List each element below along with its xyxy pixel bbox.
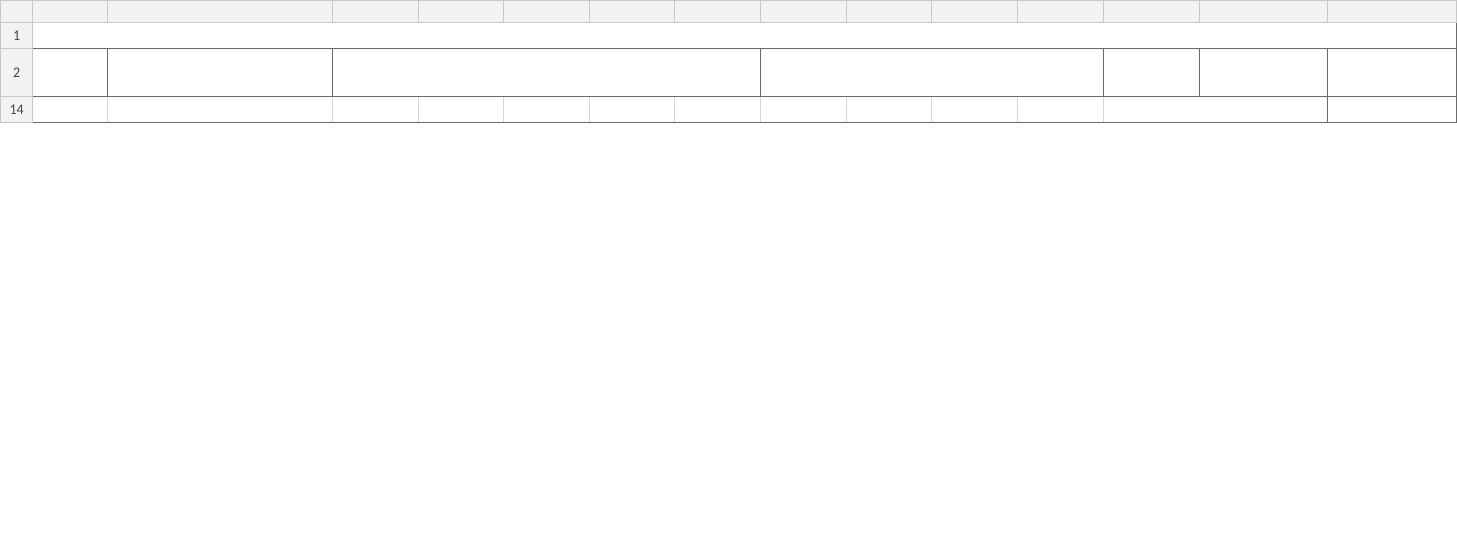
col-header[interactable] [675,1,761,23]
cell[interactable] [1328,97,1457,123]
row-header[interactable]: 14 [1,97,33,123]
col-header[interactable] [504,1,590,23]
col-header[interactable] [332,1,418,23]
hdr-tbm[interactable] [1103,49,1199,97]
col-header[interactable] [589,1,675,23]
hdr-mon[interactable] [108,49,333,97]
spreadsheet-grid[interactable]: 1 2 14 [0,0,1457,123]
cell[interactable] [418,97,504,123]
hdr-hs2[interactable] [761,49,1104,97]
col-header[interactable] [1328,1,1457,23]
header-row: 2 [1,49,1457,97]
col-header[interactable] [418,1,504,23]
footer-row: 14 [1,97,1457,123]
row-header[interactable]: 2 [1,49,33,97]
col-header[interactable] [108,1,333,23]
hdr-stt[interactable] [33,49,108,97]
cell[interactable] [108,97,333,123]
row-header[interactable]: 1 [1,23,33,49]
hdr-tbhk[interactable] [1328,49,1457,97]
footer-label[interactable] [1103,97,1328,123]
col-header[interactable] [33,1,108,23]
col-header[interactable] [932,1,1018,23]
cell[interactable] [1017,97,1103,123]
title-row: 1 [1,23,1457,49]
col-header[interactable] [1103,1,1199,23]
cell[interactable] [332,97,418,123]
cell[interactable] [761,97,847,123]
select-all-corner[interactable] [1,1,33,23]
cell[interactable] [846,97,932,123]
hdr-thi[interactable] [1199,49,1327,97]
cell[interactable] [33,97,108,123]
col-header[interactable] [1199,1,1327,23]
col-header[interactable] [1017,1,1103,23]
column-header-row [1,1,1457,23]
cell[interactable] [504,97,590,123]
cell[interactable] [932,97,1018,123]
hdr-hs1[interactable] [332,49,760,97]
cell[interactable] [675,97,761,123]
sheet-title[interactable] [33,23,1457,49]
col-header[interactable] [846,1,932,23]
cell[interactable] [589,97,675,123]
col-header[interactable] [761,1,847,23]
